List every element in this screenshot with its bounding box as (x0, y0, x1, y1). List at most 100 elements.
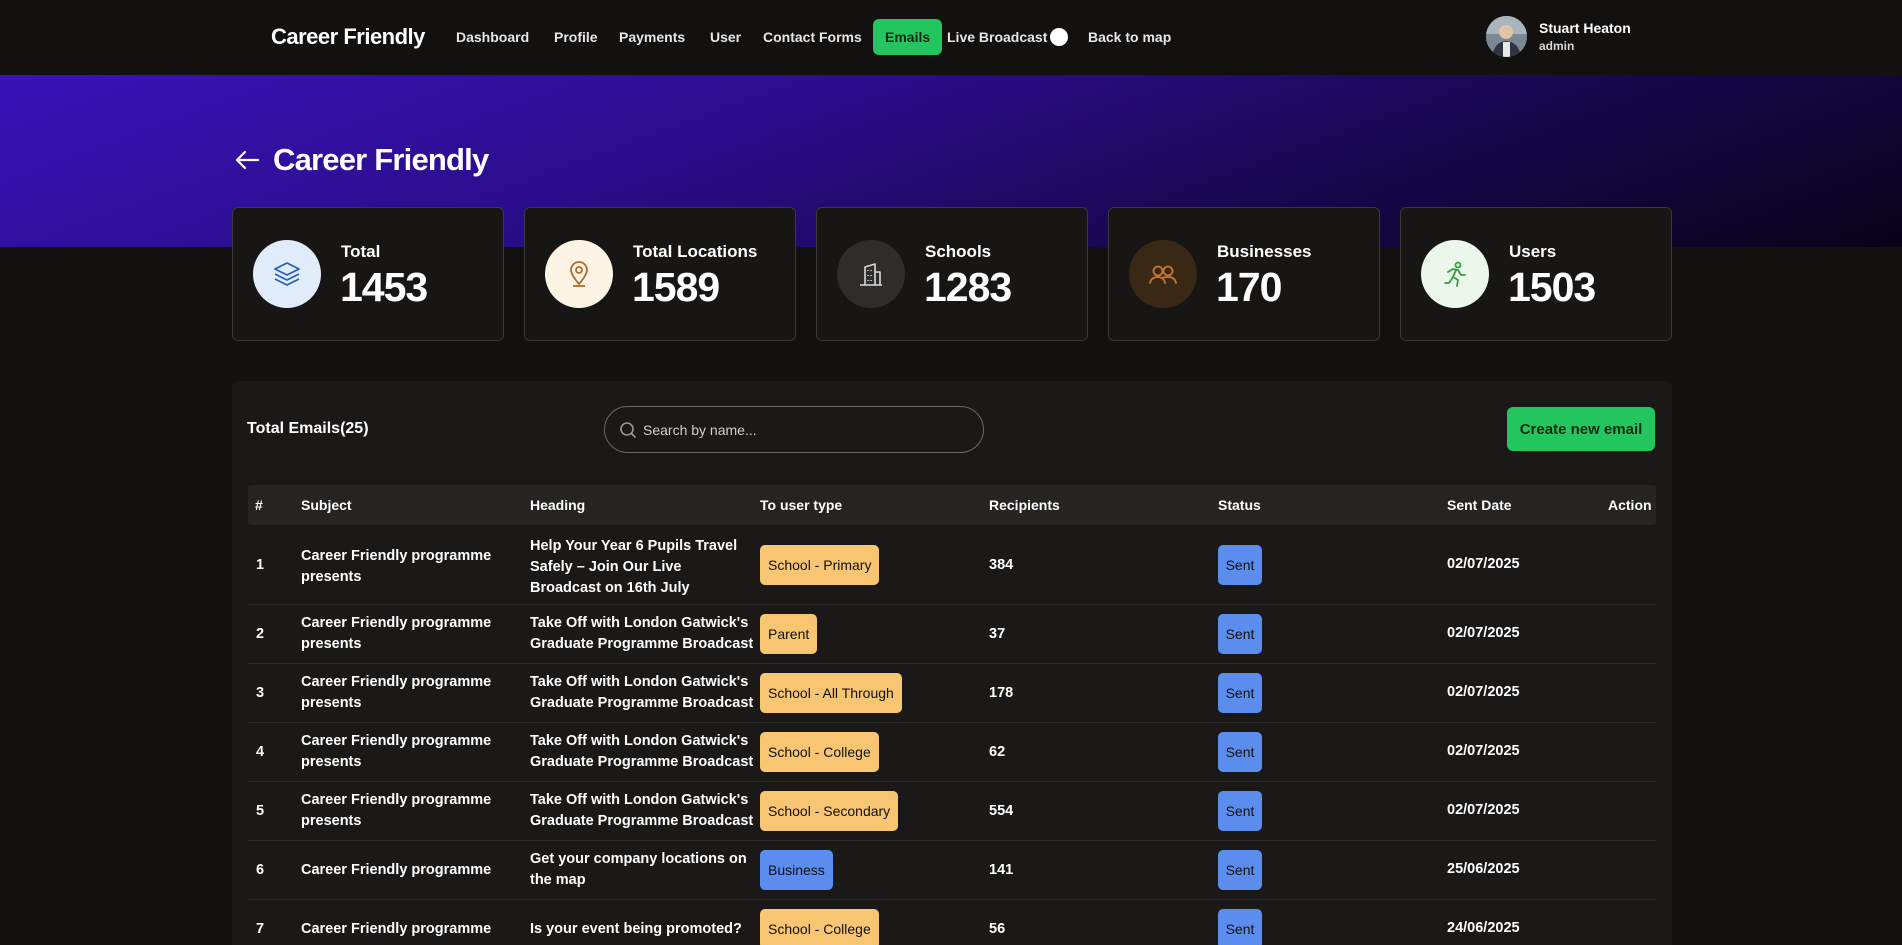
column-header: To user type (760, 497, 843, 513)
status-badge: Sent (1218, 732, 1262, 772)
table-row[interactable]: 5 Career Friendly programme presents Take … (248, 782, 1656, 841)
page-title: Career Friendly (273, 142, 489, 177)
row-heading: Take Off with London Gatwick's Graduate … (530, 674, 754, 711)
row-heading: Take Off with London Gatwick's Graduate … (530, 733, 754, 770)
row-recipients: 141 (989, 862, 1014, 878)
row-number: 4 (256, 744, 265, 760)
users-icon (1129, 240, 1197, 308)
row-subject: Career Friendly programme (301, 862, 492, 878)
status-badge: Sent (1218, 909, 1262, 945)
row-subject: Career Friendly programme presents (301, 792, 492, 829)
stat-value: 170 (1216, 264, 1282, 310)
row-number: 1 (256, 557, 265, 573)
nav-emails[interactable]: Emails (873, 19, 943, 55)
status-badge: Sent (1218, 850, 1262, 890)
table-row[interactable]: 3 Career Friendly programme presents Take … (248, 664, 1656, 723)
stat-label: Users (1509, 242, 1557, 261)
table-row[interactable]: 7 Career Friendly programme Is your event … (248, 900, 1656, 945)
user-type-badge: School - Primary (760, 545, 880, 585)
brand-logo[interactable]: Career Friendly (271, 24, 425, 50)
runner-icon (1421, 240, 1489, 308)
back-arrow-icon[interactable] (233, 146, 261, 174)
emails-total-title: Total Emails(25) (247, 420, 369, 437)
nav-user[interactable]: User (710, 19, 741, 55)
top-navbar: Career Friendly Dashboard Profile Paymen… (0, 0, 1902, 75)
status-badge: Sent (1218, 614, 1262, 654)
stat-card-locations: Total Locations 1589 (524, 207, 796, 341)
row-sent-date: 24/06/2025 (1447, 920, 1520, 936)
column-header: Subject (301, 497, 352, 513)
row-sent-date: 02/07/2025 (1447, 802, 1520, 818)
row-heading: Take Off with London Gatwick's Graduate … (530, 792, 754, 829)
row-recipients: 62 (989, 744, 1006, 760)
row-number: 5 (256, 803, 265, 819)
row-subject: Career Friendly programme presents (301, 615, 492, 652)
column-header: Action (1608, 497, 1652, 513)
stat-value: 1503 (1508, 264, 1596, 310)
stat-card-schools: Schools 1283 (816, 207, 1088, 341)
nav-contact-forms[interactable]: Contact Forms (763, 19, 862, 55)
user-name[interactable]: Stuart Heaton (1539, 20, 1631, 36)
user-type-badge: School - Secondary (760, 791, 899, 831)
row-sent-date: 02/07/2025 (1447, 556, 1520, 572)
row-recipients: 56 (989, 921, 1006, 937)
row-subject: Career Friendly programme presents (301, 733, 492, 770)
live-broadcast-indicator[interactable] (1050, 28, 1068, 46)
map-pin-icon (545, 240, 613, 308)
nav-live-broadcast[interactable]: Live Broadcast (947, 19, 1047, 55)
building-icon (837, 240, 905, 308)
create-new-email-button[interactable]: Create new email (1507, 407, 1655, 451)
table-row[interactable]: 6 Career Friendly programme Get your compa… (248, 841, 1656, 900)
avatar[interactable] (1486, 16, 1527, 57)
stat-label: Businesses (1217, 242, 1312, 261)
stat-value: 1453 (340, 264, 428, 310)
row-sent-date: 02/07/2025 (1447, 743, 1520, 759)
table-row[interactable]: 4 Career Friendly programme presents Take … (248, 723, 1656, 782)
layers-icon (253, 240, 321, 308)
row-recipients: 384 (989, 557, 1014, 573)
stat-card-businesses: Businesses 170 (1108, 207, 1380, 341)
row-heading: Help Your Year 6 Pupils Travel Safely – … (530, 538, 738, 596)
search-input[interactable] (643, 419, 963, 441)
row-recipients: 178 (989, 685, 1014, 701)
user-type-badge: School - College (760, 732, 879, 772)
row-heading: Is your event being promoted? (530, 921, 742, 937)
stat-label: Total (341, 242, 381, 261)
row-heading: Take Off with London Gatwick's Graduate … (530, 615, 754, 652)
stat-card-users: Users 1503 (1400, 207, 1672, 341)
row-number: 2 (256, 626, 265, 642)
row-sent-date: 02/07/2025 (1447, 684, 1520, 700)
stat-value: 1283 (924, 264, 1012, 310)
row-subject: Career Friendly programme presents (301, 548, 492, 585)
nav-profile[interactable]: Profile (554, 19, 598, 55)
nav-payments[interactable]: Payments (619, 19, 685, 55)
table-row[interactable]: 2 Career Friendly programme presents Take … (248, 605, 1656, 664)
column-header: # (255, 497, 263, 513)
row-number: 6 (256, 862, 265, 878)
stat-card-total: Total 1453 (232, 207, 504, 341)
nav-back-to-map[interactable]: Back to map (1088, 19, 1171, 55)
row-subject: Career Friendly programme (301, 921, 492, 937)
stat-label: Schools (925, 242, 992, 261)
column-header: Sent Date (1447, 497, 1512, 513)
user-type-badge: Business (760, 850, 833, 890)
user-type-badge: Parent (760, 614, 818, 654)
status-badge: Sent (1218, 791, 1262, 831)
table-row[interactable]: 1 Career Friendly programme presents Help … (248, 526, 1656, 605)
column-header: Heading (530, 497, 586, 513)
user-role: admin (1539, 39, 1575, 53)
column-header: Status (1218, 497, 1261, 513)
user-type-badge: School - All Through (760, 673, 902, 713)
row-recipients: 37 (989, 626, 1006, 642)
column-header: Recipients (989, 497, 1060, 513)
row-sent-date: 02/07/2025 (1447, 625, 1520, 641)
nav-dashboard[interactable]: Dashboard (456, 19, 529, 55)
search-box[interactable] (604, 406, 984, 453)
row-heading: Get your company locations on the map (530, 851, 747, 888)
user-type-badge: School - College (760, 909, 879, 945)
row-subject: Career Friendly programme presents (301, 674, 492, 711)
row-recipients: 554 (989, 803, 1014, 819)
row-sent-date: 25/06/2025 (1447, 861, 1520, 877)
table-header: # Subject Heading To user type Recipient… (248, 485, 1656, 525)
stat-label: Total Locations (633, 242, 758, 261)
